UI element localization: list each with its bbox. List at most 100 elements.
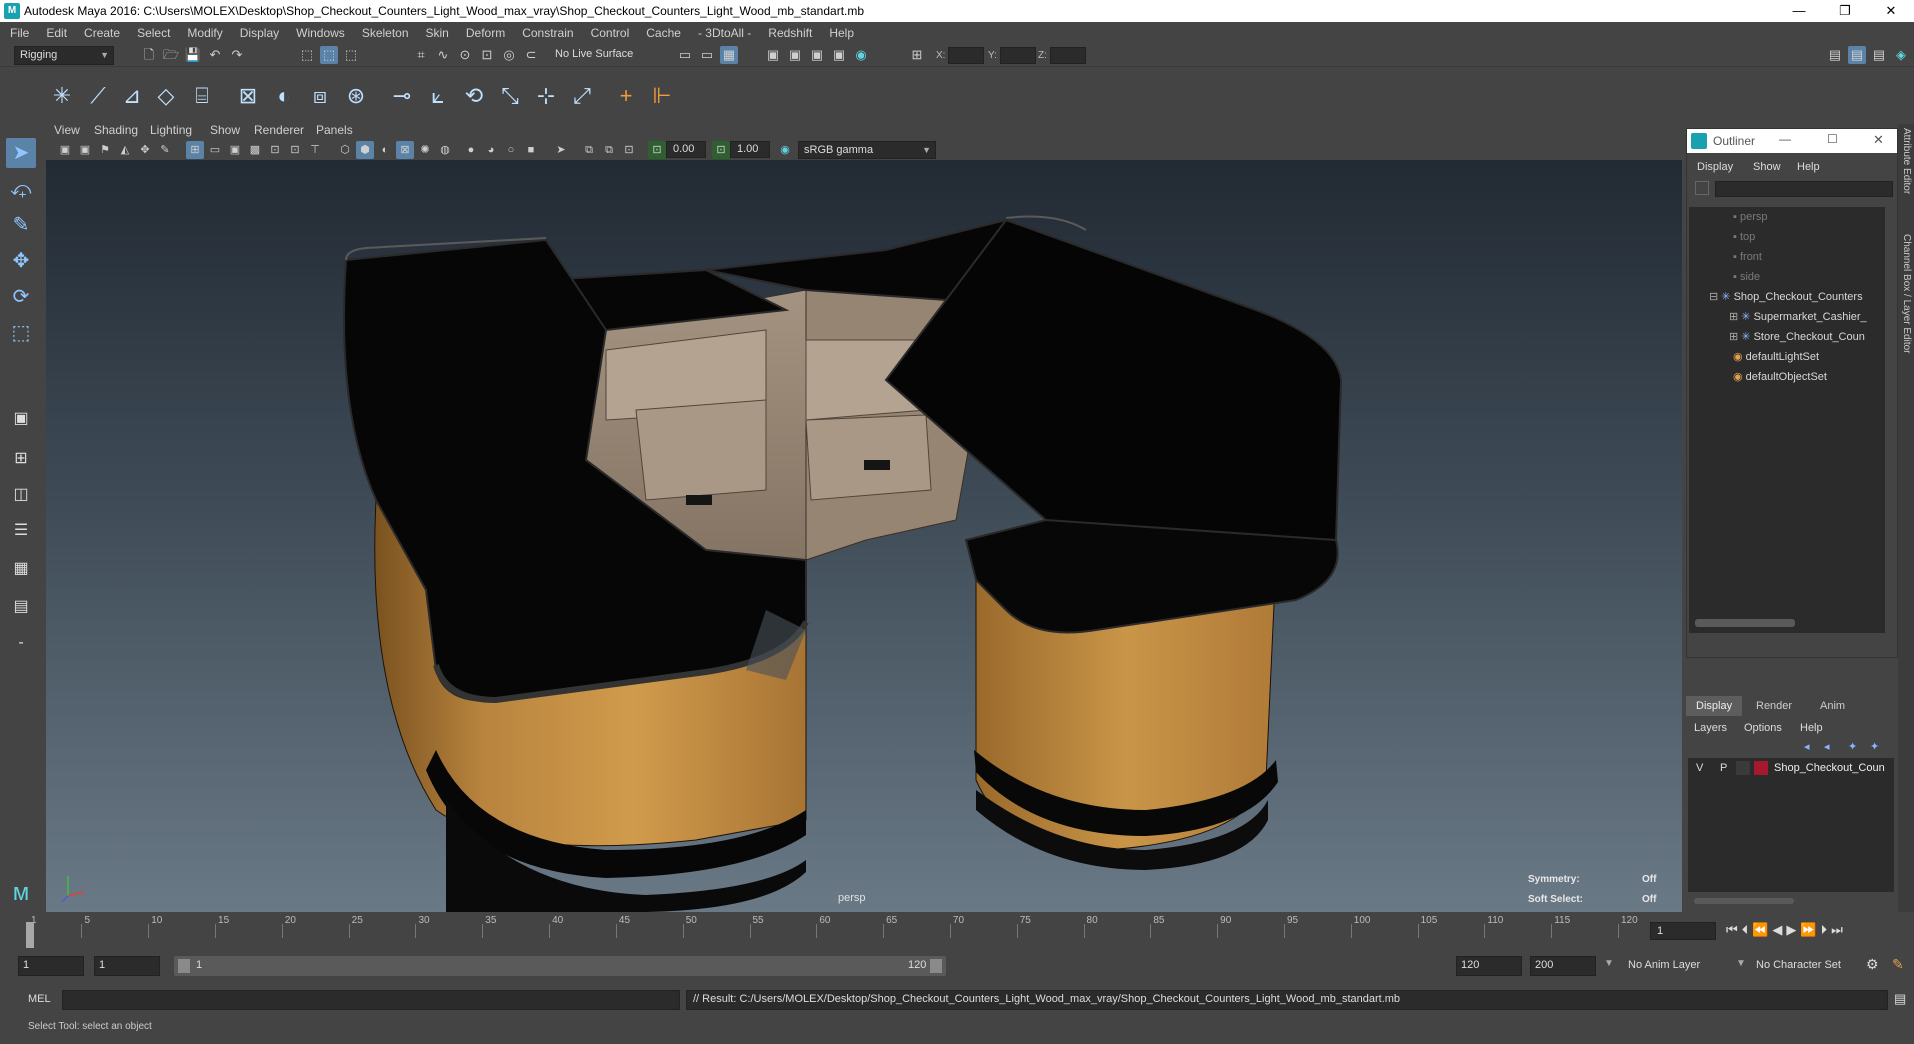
move-layer-up-icon[interactable]: ◂	[1804, 740, 1810, 753]
menu-select[interactable]: Select	[137, 26, 170, 40]
lattice-icon[interactable]: ⧈	[304, 80, 336, 112]
lasso-tool-icon[interactable]: ⤽	[6, 174, 36, 204]
menu-constrain[interactable]: Constrain	[522, 26, 573, 40]
tab-anim[interactable]: Anim	[1820, 700, 1845, 712]
restore-button[interactable]: ❐	[1822, 0, 1868, 22]
construction-history-icon[interactable]: ▦	[720, 46, 738, 64]
viewport-persp[interactable]: persp Symmetry: Off Soft Select: Off	[46, 160, 1682, 912]
exposure-field[interactable]: 0.00	[666, 141, 706, 158]
layer-visibility-toggle[interactable]: V	[1696, 762, 1703, 774]
menu-deform[interactable]: Deform	[466, 26, 505, 40]
menu-create[interactable]: Create	[84, 26, 120, 40]
go-to-end-icon[interactable]: ⏭	[1831, 922, 1843, 942]
playback-end-field[interactable]: 120	[1456, 956, 1522, 976]
outliner-item-persp[interactable]: ▪ persp	[1733, 207, 1768, 227]
select-component-icon[interactable]: ⬚	[342, 46, 360, 64]
open-scene-icon[interactable]: 🗁	[162, 46, 180, 64]
scale-constraint-icon[interactable]: ⤡	[494, 80, 526, 112]
scale-tool-icon[interactable]: ⬚	[6, 318, 36, 348]
z-coord-field[interactable]	[1050, 47, 1086, 64]
paint-select-tool-icon[interactable]: ✎	[6, 210, 36, 240]
menu-skeleton[interactable]: Skeleton	[362, 26, 409, 40]
play-forward-icon[interactable]: ▶	[1786, 922, 1796, 942]
four-view-layout-icon[interactable]: ⊞	[6, 444, 36, 474]
outliner-item-default-light-set[interactable]: ◉ defaultLightSet	[1733, 347, 1819, 367]
layer-row[interactable]: V P Shop_Checkout_Coun	[1688, 758, 1894, 778]
new-layer-selected-icon[interactable]: ✦	[1870, 740, 1879, 753]
outliner-menu-help[interactable]: Help	[1797, 161, 1820, 173]
orient-constraint-icon[interactable]: ⟲	[458, 80, 490, 112]
go-to-start-icon[interactable]: ⏮	[1726, 922, 1738, 942]
outliner-h-scrollbar[interactable]	[1695, 619, 1795, 627]
render-view-icon[interactable]: ▣	[830, 46, 848, 64]
bracket-joint-icon[interactable]: ⊩	[646, 80, 678, 112]
menu-redshift[interactable]: Redshift	[768, 26, 812, 40]
snap-point-icon[interactable]: ⊙	[456, 46, 474, 64]
outliner-minimize-button[interactable]: —	[1779, 132, 1791, 146]
rotate-tool-icon[interactable]: ⟳	[6, 282, 36, 312]
layer-reference-toggle[interactable]	[1736, 761, 1750, 775]
select-hierarchy-icon[interactable]: ⬚	[298, 46, 316, 64]
modeling-toolkit-icon[interactable]: ▤	[1826, 46, 1844, 64]
anim-layer-dropdown[interactable]: No Anim Layer	[1628, 959, 1700, 971]
xray-components-icon[interactable]: ⊡	[620, 141, 638, 159]
xray-joints-icon[interactable]: ⧉	[600, 141, 618, 159]
gamma-field[interactable]: 1.00	[730, 141, 770, 158]
graph-layout-icon[interactable]: ▦	[6, 554, 36, 584]
depth-of-field-icon[interactable]: ■	[522, 141, 540, 159]
isolate-select-icon[interactable]: ➤	[552, 141, 570, 159]
render-settings-icon[interactable]: ▣	[764, 46, 782, 64]
layer-h-scrollbar[interactable]	[1694, 898, 1794, 904]
time-slider[interactable]: 1 5 10 15 20 25 30 35 40 45 50 55 60 65 70 75 80 85 90 95 10…	[0, 912, 1914, 950]
menu-skin[interactable]: Skin	[426, 26, 449, 40]
checkout-counter-model[interactable]	[46, 160, 1682, 912]
grease-pencil-icon[interactable]: ✎	[156, 141, 174, 159]
wrap-icon[interactable]: ⊛	[340, 80, 372, 112]
live-surface-field[interactable]: No Live Surface	[550, 46, 640, 65]
insert-joint-icon[interactable]: ◇	[150, 80, 182, 112]
layer-menu-layers[interactable]: Layers	[1694, 722, 1727, 734]
minimize-button[interactable]: —	[1776, 0, 1822, 22]
screen-space-ao-icon[interactable]: ●	[462, 141, 480, 159]
film-gate-icon[interactable]: ▭	[206, 141, 224, 159]
collapse-layout-icon[interactable]: -	[6, 628, 36, 658]
time-slider-ruler[interactable]: 1 5 10 15 20 25 30 35 40 45 50 55 60 65 70 75 80 85 90 95 10…	[28, 912, 1638, 950]
joint-tool-icon[interactable]: ✳	[46, 80, 78, 112]
animation-end-field[interactable]: 200	[1530, 956, 1596, 976]
maya-home-icon[interactable]: ᴍ	[6, 878, 36, 908]
close-button[interactable]: ✕	[1868, 0, 1914, 22]
outliner-item-shop-checkout-counters[interactable]: ⊟ ✳ Shop_Checkout_Counters	[1709, 287, 1863, 307]
outliner-filter-icon[interactable]	[1695, 181, 1709, 195]
color-management-icon[interactable]: ◉	[776, 141, 794, 159]
command-result-field[interactable]: // Result: C:/Users/MOLEX/Desktop/Shop_C…	[686, 990, 1888, 1010]
anti-aliasing-icon[interactable]: ○	[502, 141, 520, 159]
collapse-icon[interactable]: ⊟	[1709, 291, 1721, 303]
outliner-item-store-checkout[interactable]: ⊞ ✳ Store_Checkout_Coun	[1729, 327, 1865, 347]
locator-icon[interactable]: ⌸	[186, 80, 218, 112]
outliner-menu-show[interactable]: Show	[1753, 161, 1781, 173]
menu-cache[interactable]: Cache	[646, 26, 681, 40]
y-coord-field[interactable]	[1000, 47, 1036, 64]
chevron-down-icon[interactable]: ▼	[1604, 958, 1614, 969]
select-object-icon[interactable]: ⬚	[320, 46, 338, 64]
hypershade-icon[interactable]: ◉	[852, 46, 870, 64]
chevron-down-icon[interactable]: ▼	[1736, 958, 1746, 969]
shadows-icon[interactable]: ◍	[436, 141, 454, 159]
outliner-maximize-button[interactable]: ☐	[1827, 132, 1838, 146]
outliner-item-front[interactable]: ▪ front	[1733, 247, 1762, 267]
textured-icon[interactable]: ⊠	[396, 141, 414, 159]
current-time-marker[interactable]	[26, 922, 34, 948]
save-scene-icon[interactable]: 💾	[184, 46, 202, 64]
tab-display[interactable]: Display	[1686, 696, 1742, 716]
menu-file[interactable]: File	[10, 26, 29, 40]
playback-start-field[interactable]: 1	[94, 956, 160, 976]
resolution-gate-icon[interactable]: ▣	[226, 141, 244, 159]
outliner-layout-icon[interactable]: ☰	[6, 516, 36, 546]
outliner-close-button[interactable]: ✕	[1873, 132, 1884, 148]
render-current-icon[interactable]: ▣	[786, 46, 804, 64]
command-input[interactable]	[62, 990, 680, 1010]
gate-mask-icon[interactable]: ▩	[246, 141, 264, 159]
output-ops-icon[interactable]: ▭	[698, 46, 716, 64]
camera-attributes-icon[interactable]: ▣	[76, 141, 94, 159]
new-layer-icon[interactable]: ✦	[1848, 740, 1857, 753]
